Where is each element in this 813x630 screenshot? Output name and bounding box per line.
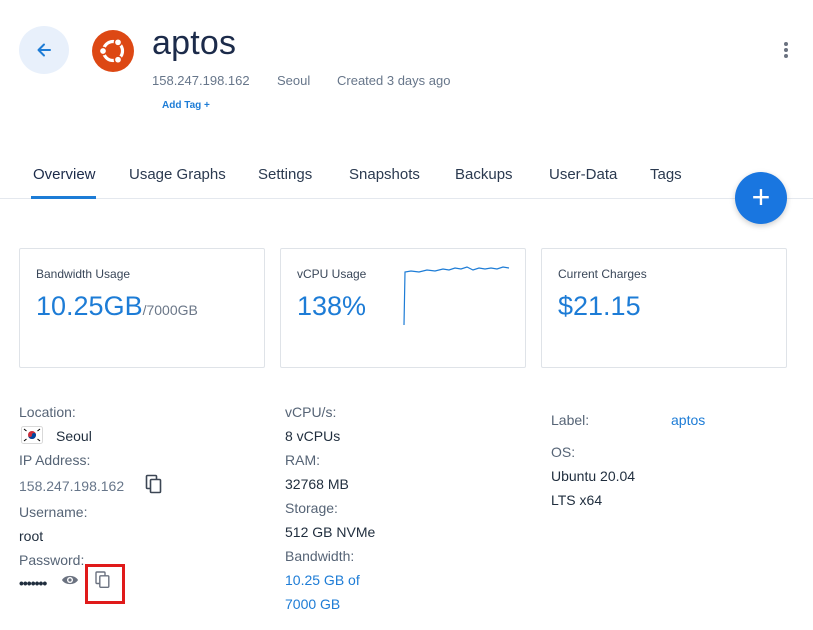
tab-tags[interactable]: Tags xyxy=(650,166,682,183)
ubuntu-logo-icon xyxy=(92,30,134,72)
ram-value: 32768 MB xyxy=(285,476,349,492)
location-label: Location: xyxy=(19,404,76,420)
page-title: aptos xyxy=(152,24,237,62)
back-button[interactable] xyxy=(19,26,69,74)
add-button[interactable]: + xyxy=(735,172,787,224)
ip-address-value: 158.247.198.162 xyxy=(19,478,125,494)
vcpu-usage-label: vCPU Usage xyxy=(297,267,367,281)
current-charges-label: Current Charges xyxy=(558,267,647,281)
os-value-line1: Ubuntu 20.04 xyxy=(551,468,636,484)
bandwidth-value-line1[interactable]: 10.25 GB of xyxy=(285,572,360,588)
tab-usage-graphs[interactable]: Usage Graphs xyxy=(129,166,226,183)
bandwidth-usage-label: Bandwidth Usage xyxy=(36,267,131,281)
os-label: OS: xyxy=(551,444,576,460)
label-label: Label: xyxy=(551,412,590,428)
bandwidth-usage-unit: /7000GB xyxy=(142,302,198,318)
tab-snapshots[interactable]: Snapshots xyxy=(349,166,420,183)
plus-icon: + xyxy=(751,179,771,215)
username-value: root xyxy=(19,528,44,544)
header-created: Created 3 days ago xyxy=(337,73,451,88)
password-value: ••••••• xyxy=(19,575,47,591)
active-tab-indicator xyxy=(31,196,96,199)
tab-settings[interactable]: Settings xyxy=(258,166,312,183)
header-ip: 158.247.198.162 xyxy=(152,73,250,88)
tab-overview[interactable]: Overview xyxy=(33,166,96,183)
bandwidth-usage-card: Bandwidth Usage 10.25GB/7000GB xyxy=(19,248,265,368)
add-tag-link[interactable]: Add Tag + xyxy=(162,100,210,111)
arrow-left-icon xyxy=(37,43,51,57)
ip-address-label: IP Address: xyxy=(19,452,91,468)
vcpu-value: 8 vCPUs xyxy=(285,428,341,444)
storage-value: 512 GB NVMe xyxy=(285,524,376,540)
bandwidth-usage-value: 10.25GB/7000GB xyxy=(36,291,198,321)
current-charges-card: Current Charges $21.15 xyxy=(541,248,787,368)
tab-backups[interactable]: Backups xyxy=(455,166,513,183)
current-charges-value: $21.15 xyxy=(558,291,641,321)
vcpu-usage-value: 138% xyxy=(297,291,367,321)
storage-label: Storage: xyxy=(285,500,338,516)
vcpu-sparkline xyxy=(403,266,510,326)
vcpu-usage-card: vCPU Usage 138% xyxy=(280,248,526,368)
location-value: Seoul xyxy=(56,428,92,444)
bandwidth-value-line2[interactable]: 7000 GB xyxy=(285,596,340,612)
tab-user-data[interactable]: User-Data xyxy=(549,166,617,183)
show-password-eye-icon[interactable] xyxy=(61,573,79,587)
password-label: Password: xyxy=(19,552,85,568)
more-options-icon[interactable] xyxy=(780,42,792,62)
south-korea-flag-icon xyxy=(21,426,43,444)
header-location: Seoul xyxy=(277,73,311,88)
os-value-line2: LTS x64 xyxy=(551,492,603,508)
ram-label: RAM: xyxy=(285,452,320,468)
copy-ip-icon[interactable] xyxy=(145,474,163,494)
vcpu-label: vCPU/s: xyxy=(285,404,337,420)
tab-bar: Overview Usage Graphs Settings Snapshots… xyxy=(0,150,813,199)
bandwidth-label: Bandwidth: xyxy=(285,548,355,564)
username-label: Username: xyxy=(19,504,88,520)
copy-password-highlight xyxy=(85,564,125,604)
label-value[interactable]: aptos xyxy=(671,412,705,428)
